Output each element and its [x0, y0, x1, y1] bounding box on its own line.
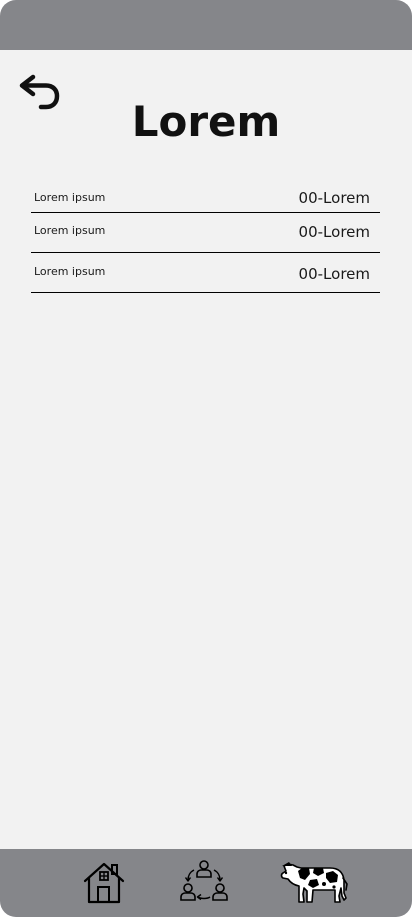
bottom-navigation	[0, 849, 412, 917]
nav-home-button[interactable]	[78, 857, 130, 907]
app-screen: Lorem Lorem ipsum 00-Lorem Lorem ipsum 0…	[0, 0, 412, 917]
nav-cow-button[interactable]	[278, 857, 352, 907]
people-cycle-icon	[180, 860, 228, 901]
list-item-label: Lorem ipsum	[34, 265, 106, 278]
list-item-value: 00-Lorem	[298, 265, 370, 283]
list-item-label: Lorem ipsum	[34, 224, 106, 237]
list-item[interactable]: Lorem ipsum 00-Lorem	[31, 180, 380, 213]
page-title: Lorem	[131, 97, 281, 146]
home-icon	[83, 862, 125, 904]
list-item-label: Lorem ipsum	[34, 191, 106, 204]
list-item-value: 00-Lorem	[298, 223, 370, 241]
list-item[interactable]: Lorem ipsum 00-Lorem	[31, 213, 380, 253]
status-bar	[0, 0, 412, 50]
list-item-value: 00-Lorem	[298, 189, 370, 207]
nav-community-button[interactable]	[178, 857, 230, 907]
info-list: Lorem ipsum 00-Lorem Lorem ipsum 00-Lore…	[31, 180, 380, 293]
list-item[interactable]: Lorem ipsum 00-Lorem	[31, 253, 380, 293]
cow-icon	[280, 862, 348, 903]
